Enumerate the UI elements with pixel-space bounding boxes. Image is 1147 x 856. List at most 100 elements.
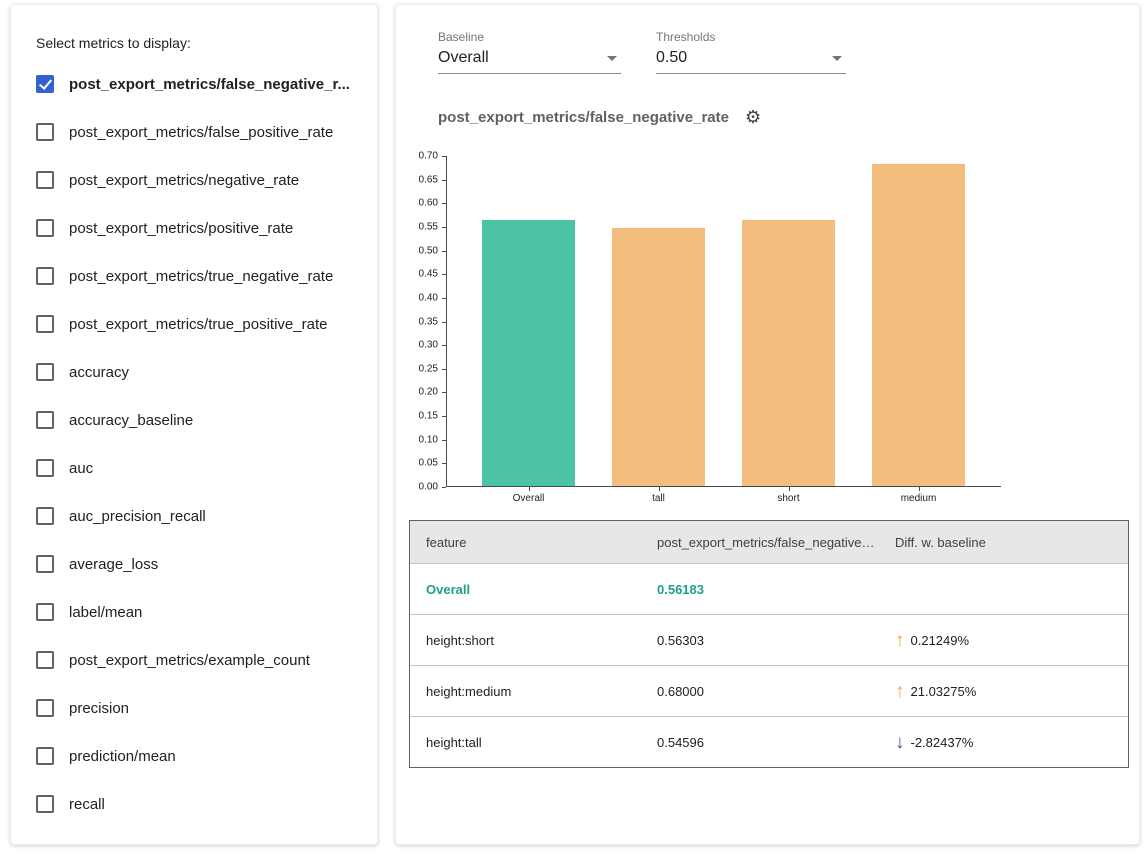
metric-label: post_export_metrics/positive_rate xyxy=(69,220,293,237)
metric-row[interactable]: post_export_metrics/positive_rate xyxy=(11,204,377,252)
bar-Overall[interactable] xyxy=(482,220,575,486)
metric-label: accuracy xyxy=(69,364,129,381)
metric-row[interactable]: post_export_metrics/example_count xyxy=(11,636,377,684)
x-axis-tick-label: medium xyxy=(872,493,965,504)
checkbox-unchecked-icon[interactable] xyxy=(36,219,54,237)
metric-row[interactable]: precision xyxy=(11,684,377,732)
metric-selector-panel: Select metrics to display: post_export_m… xyxy=(10,4,378,845)
table-row[interactable]: height:medium0.68000↑21.03275% xyxy=(410,665,1128,716)
checkbox-unchecked-icon[interactable] xyxy=(36,267,54,285)
results-panel: Baseline Overall Thresholds 0.50 post_ex… xyxy=(395,4,1140,845)
x-axis-tick-label: short xyxy=(742,493,835,504)
chevron-down-icon xyxy=(832,56,842,61)
table-row[interactable]: height:short0.56303↑0.21249% xyxy=(410,614,1128,665)
y-axis-tick-mark xyxy=(442,180,446,181)
thresholds-control: Thresholds 0.50 xyxy=(656,30,846,74)
x-axis-tick-label: Overall xyxy=(482,493,575,504)
y-axis-tick-mark xyxy=(442,274,446,275)
diff-value: 21.03275% xyxy=(911,684,977,699)
table-header-cell: post_export_metrics/false_negative_rat..… xyxy=(641,535,879,550)
checkbox-unchecked-icon[interactable] xyxy=(36,699,54,717)
y-axis-tick-mark xyxy=(442,416,446,417)
y-axis-tick-label: 0.45 xyxy=(419,269,438,280)
checkbox-unchecked-icon[interactable] xyxy=(36,459,54,477)
baseline-select[interactable]: Overall xyxy=(438,48,621,74)
metric-row[interactable]: post_export_metrics/true_negative_rate xyxy=(11,252,377,300)
checkbox-unchecked-icon[interactable] xyxy=(36,123,54,141)
metric-row[interactable]: prediction/mean xyxy=(11,732,377,780)
y-axis-tick-label: 0.50 xyxy=(419,245,438,256)
y-axis-tick-label: 0.00 xyxy=(419,482,438,493)
y-axis-tick-mark xyxy=(442,322,446,323)
metric-row[interactable]: auc xyxy=(11,444,377,492)
metric-row[interactable]: post_export_metrics/true_positive_rate xyxy=(11,300,377,348)
chart-title: post_export_metrics/false_negative_rate xyxy=(438,109,729,126)
value-cell: 0.56303 xyxy=(641,633,879,648)
y-axis-tick-mark xyxy=(442,369,446,370)
table-row[interactable]: Overall0.56183 xyxy=(410,563,1128,614)
up-arrow-icon: ↑ xyxy=(895,631,905,650)
bar-medium[interactable] xyxy=(872,164,965,486)
metrics-table: featurepost_export_metrics/false_negativ… xyxy=(409,520,1129,768)
y-axis-tick-label: 0.10 xyxy=(419,434,438,445)
checkbox-unchecked-icon[interactable] xyxy=(36,315,54,333)
checkbox-unchecked-icon[interactable] xyxy=(36,603,54,621)
y-axis-tick-label: 0.30 xyxy=(419,340,438,351)
y-axis-tick-label: 0.35 xyxy=(419,316,438,327)
y-axis-tick-mark xyxy=(442,463,446,464)
checkbox-unchecked-icon[interactable] xyxy=(36,747,54,765)
bar-tall[interactable] xyxy=(612,228,705,486)
table-row[interactable]: height:tall0.54596↓-2.82437% xyxy=(410,716,1128,767)
x-axis-tick-mark xyxy=(789,487,790,491)
metric-row[interactable]: average_loss xyxy=(11,540,377,588)
checkbox-unchecked-icon[interactable] xyxy=(36,651,54,669)
y-axis-tick-mark xyxy=(442,251,446,252)
metric-label: auc xyxy=(69,460,93,477)
gear-icon[interactable]: ⚙ xyxy=(745,108,761,126)
y-axis-tick-label: 0.25 xyxy=(419,363,438,374)
metrics-list: post_export_metrics/false_negative_r...p… xyxy=(11,60,377,828)
y-axis-tick-mark xyxy=(442,487,446,488)
value-cell: 0.68000 xyxy=(641,684,879,699)
checkbox-unchecked-icon[interactable] xyxy=(36,555,54,573)
thresholds-label: Thresholds xyxy=(656,30,846,44)
feature-cell: Overall xyxy=(410,582,641,597)
bar-short[interactable] xyxy=(742,220,835,486)
y-axis-tick-label: 0.70 xyxy=(419,151,438,162)
y-axis-tick-label: 0.65 xyxy=(419,174,438,185)
metric-label: post_export_metrics/false_positive_rate xyxy=(69,124,333,141)
metric-label: accuracy_baseline xyxy=(69,412,193,429)
metric-row[interactable]: recall xyxy=(11,780,377,828)
checkbox-checked-icon[interactable] xyxy=(36,75,54,93)
metric-row[interactable]: accuracy xyxy=(11,348,377,396)
table-header-cell: feature xyxy=(410,535,641,550)
y-axis-tick-mark xyxy=(442,440,446,441)
baseline-value: Overall xyxy=(438,49,489,67)
metric-row[interactable]: post_export_metrics/negative_rate xyxy=(11,156,377,204)
checkbox-unchecked-icon[interactable] xyxy=(36,411,54,429)
metric-label: label/mean xyxy=(69,604,142,621)
diff-cell: ↑21.03275% xyxy=(879,682,1128,701)
checkbox-unchecked-icon[interactable] xyxy=(36,507,54,525)
metric-label: post_export_metrics/example_count xyxy=(69,652,310,669)
metric-row[interactable]: post_export_metrics/false_positive_rate xyxy=(11,108,377,156)
checkbox-unchecked-icon[interactable] xyxy=(36,795,54,813)
checkbox-unchecked-icon[interactable] xyxy=(36,363,54,381)
feature-cell: height:medium xyxy=(410,684,641,699)
metric-row[interactable]: accuracy_baseline xyxy=(11,396,377,444)
baseline-label: Baseline xyxy=(438,30,621,44)
metric-row[interactable]: label/mean xyxy=(11,588,377,636)
metric-row[interactable]: post_export_metrics/false_negative_r... xyxy=(11,60,377,108)
down-arrow-icon: ↓ xyxy=(895,733,905,752)
thresholds-select[interactable]: 0.50 xyxy=(656,48,846,74)
metric-label: post_export_metrics/negative_rate xyxy=(69,172,299,189)
metric-row[interactable]: auc_precision_recall xyxy=(11,492,377,540)
checkbox-unchecked-icon[interactable] xyxy=(36,171,54,189)
x-axis-tick-label: tall xyxy=(612,493,705,504)
diff-cell: ↓ -2.82437% xyxy=(879,733,1128,752)
feature-cell: height:short xyxy=(410,633,641,648)
chevron-down-icon xyxy=(607,56,617,61)
metric-label: post_export_metrics/true_positive_rate xyxy=(69,316,327,333)
diff-value: -2.82437% xyxy=(911,735,974,750)
metric-label: recall xyxy=(69,796,105,813)
